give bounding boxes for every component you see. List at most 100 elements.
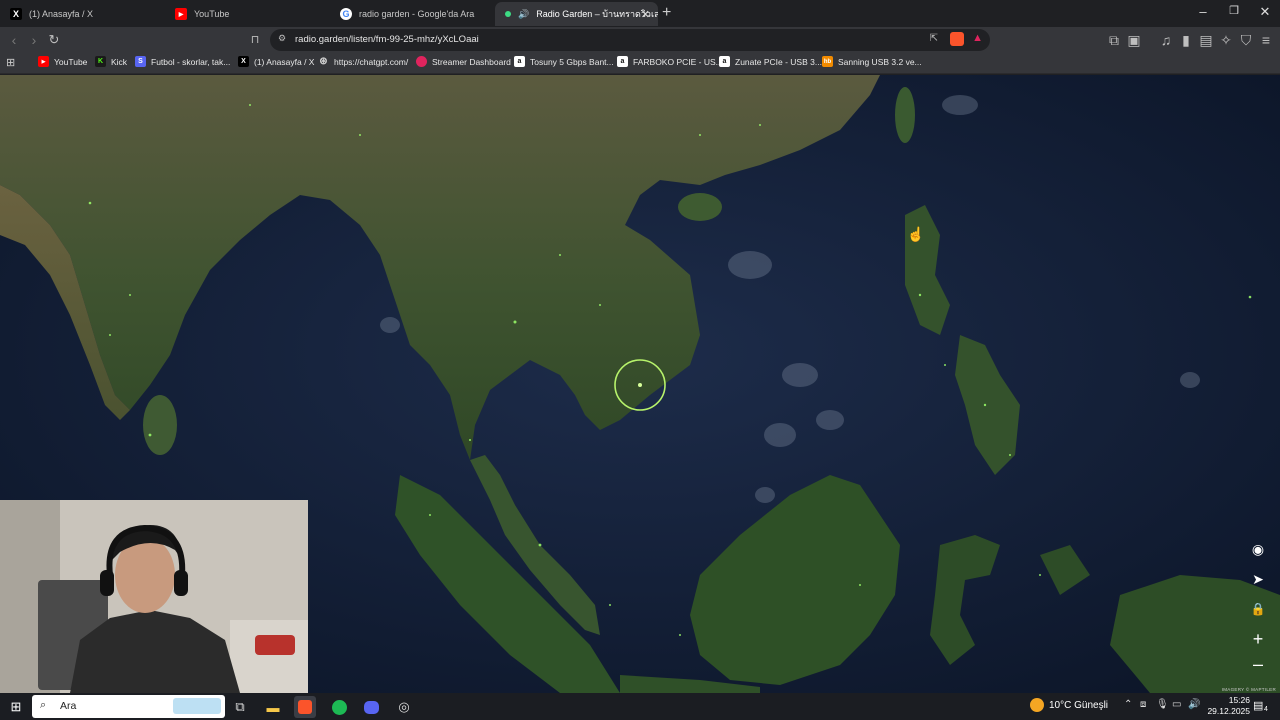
sun-icon — [1030, 698, 1044, 712]
weather-widget[interactable]: 10°C Güneşli — [1030, 698, 1108, 712]
youtube-icon: ▶ — [38, 56, 49, 67]
bookmark-tosuny[interactable]: a Tosuny 5 Gbps Bant... — [514, 56, 614, 67]
zoom-in-icon[interactable]: + — [1247, 628, 1269, 650]
restore-button[interactable]: ❐ — [1219, 4, 1249, 17]
futbol-icon: S — [135, 56, 146, 67]
minimize-button[interactable]: – — [1188, 4, 1218, 19]
discord-icon[interactable] — [360, 696, 382, 718]
amazon-icon: a — [617, 56, 628, 67]
windows-start-icon[interactable]: ⊞ — [5, 696, 27, 718]
notification-count: 4 — [1264, 706, 1268, 713]
windows-taskbar: ⊞ ⌕ Ara ⧉ ▬ ◎ 10°C Güneşli ⌃ ⧈ 🎙 ▭ 🔊 15:… — [0, 693, 1280, 720]
share-icon[interactable]: ⇱ — [930, 33, 938, 44]
bookmark-label: (1) Anasayfa / X — [254, 56, 315, 67]
back-icon[interactable]: ‹ — [5, 31, 23, 49]
amazon-icon: a — [514, 56, 525, 67]
brave-browser-icon[interactable] — [294, 696, 316, 718]
search-icon: ⌕ — [40, 699, 47, 711]
forward-icon[interactable]: › — [25, 31, 43, 49]
search-highlight-icon — [173, 698, 221, 714]
clock-time: 15:26 — [1228, 695, 1250, 705]
bookmark-label: Tosuny 5 Gbps Bant... — [530, 56, 614, 67]
notification-icon[interactable]: ▤ — [1253, 699, 1263, 712]
microphone-icon[interactable]: 🎙 — [1156, 699, 1169, 710]
spotify-icon[interactable] — [328, 696, 350, 718]
tab-x[interactable]: X (1) Anasayfa / X — [0, 2, 165, 26]
new-tab-button[interactable]: + — [662, 4, 671, 22]
youtube-icon: ▶ — [175, 8, 187, 20]
tab-title: YouTube — [194, 9, 230, 19]
tab-title: radio garden - Google'da Ara — [359, 9, 475, 19]
wallet-icon[interactable]: ▤ — [1197, 31, 1215, 49]
screenshot-icon[interactable]: ▣ — [1125, 31, 1143, 49]
taskbar-search[interactable]: ⌕ Ara — [32, 695, 225, 718]
file-explorer-icon[interactable]: ▬ — [262, 696, 284, 718]
station-dot — [638, 383, 642, 387]
url-text[interactable]: radio.garden/listen/fm-99-25-mhz/yXcLOaa… — [295, 34, 479, 45]
clock-date: 29.12.2025 — [1207, 706, 1250, 716]
tab-title: (1) Anasayfa / X — [29, 9, 94, 19]
webcam-overlay — [0, 500, 308, 693]
tray-app-icon[interactable]: ⧈ — [1140, 699, 1146, 710]
streamer-icon — [416, 56, 427, 67]
bookmark-label: Kick — [111, 56, 128, 67]
x-logo-icon: X — [238, 56, 249, 67]
bookmark-label: https://chatgpt.com/ — [334, 56, 409, 67]
search-placeholder: Ara — [60, 700, 77, 712]
bookmark-label: Zunate PCIe - USB 3... — [735, 56, 822, 67]
leo-ai-icon[interactable]: ✧ — [1217, 31, 1235, 49]
bookmark-kick[interactable]: K Kick — [95, 56, 127, 67]
extensions-icon[interactable]: ⧉ — [1105, 31, 1123, 49]
sidebar-icon[interactable]: ▮ — [1177, 31, 1195, 49]
tab-google-search[interactable]: G radio garden - Google'da Ara — [330, 2, 495, 26]
locate-arrow-icon[interactable]: ➤ — [1247, 568, 1269, 590]
weather-text: 10°C Güneşli — [1049, 699, 1109, 711]
menu-icon[interactable]: ≡ — [1257, 31, 1275, 49]
bookmark-icon[interactable]: ⊓ — [246, 31, 264, 49]
bookmarks-bar: ⊞ ▶ YouTube K Kick S Futbol - skorlar, t… — [0, 53, 1280, 74]
brave-shields-icon[interactable] — [950, 32, 964, 46]
window-close-button[interactable]: ✕ — [1250, 4, 1280, 20]
task-view-icon[interactable]: ⧉ — [229, 696, 251, 718]
volume-icon[interactable]: 🔊 — [1188, 699, 1200, 710]
bookmark-youtube[interactable]: ▶ YouTube — [38, 56, 87, 67]
bookmark-zunate[interactable]: a Zunate PCIe - USB 3... — [719, 56, 822, 67]
media-icon[interactable]: ♫ — [1157, 31, 1175, 49]
obs-icon[interactable]: ◎ — [393, 696, 415, 718]
tab-radio-garden[interactable]: 🔊 Radio Garden – บ้านทราดวิวเลย ✕ — [495, 2, 658, 26]
zoom-out-icon[interactable]: – — [1247, 653, 1269, 675]
globe-icon[interactable]: ◉ — [1247, 538, 1269, 560]
bookmark-label: Streamer Dashboard — [432, 56, 511, 67]
brave-rewards-icon[interactable]: ▲ — [972, 32, 983, 44]
bookmark-farboko[interactable]: a FARBOKO PCIE - US... — [617, 56, 723, 67]
google-icon: G — [340, 8, 352, 20]
site-settings-icon[interactable]: ⚙ — [278, 33, 286, 44]
vpn-icon[interactable]: ⛉ — [1237, 31, 1255, 49]
lock-icon[interactable]: 🔒 — [1247, 598, 1269, 620]
network-icon[interactable]: ▭ — [1172, 699, 1181, 710]
amazon-icon: a — [719, 56, 730, 67]
bookmark-sanning[interactable]: hb Sanning USB 3.2 ve... — [822, 56, 922, 67]
mouse-cursor-icon: ☝ — [907, 226, 925, 242]
hb-icon: hb — [822, 56, 833, 67]
close-tab-icon[interactable]: ✕ — [641, 8, 650, 21]
browser-toolbar: ‹ › ↻ ⊓ ⚙ radio.garden/listen/fm-99-25-m… — [0, 27, 1280, 53]
tab-strip: X (1) Anasayfa / X ▶ YouTube G radio gar… — [0, 0, 1280, 27]
chevron-up-icon[interactable]: ⌃ — [1124, 699, 1132, 710]
tab-youtube[interactable]: ▶ YouTube — [165, 2, 330, 26]
bookmark-label: Sanning USB 3.2 ve... — [838, 56, 922, 67]
x-logo-icon: X — [10, 8, 22, 20]
webcam-person-image — [0, 500, 308, 693]
system-clock[interactable]: 15:26 29.12.2025 — [1207, 695, 1250, 717]
reload-icon[interactable]: ↻ — [45, 31, 63, 49]
map-attribution: IMAGERY © MAPTILER — [1221, 687, 1276, 692]
bookmark-label: YouTube — [54, 56, 88, 67]
bookmark-chatgpt[interactable]: ⊛ https://chatgpt.com/ — [318, 56, 408, 67]
apps-icon[interactable]: ⊞ — [6, 56, 15, 69]
chatgpt-icon: ⊛ — [319, 56, 328, 67]
bookmark-x[interactable]: X (1) Anasayfa / X — [238, 56, 314, 67]
bookmark-streamer-dashboard[interactable]: Streamer Dashboard — [416, 56, 511, 67]
bookmark-label: FARBOKO PCIE - US... — [633, 56, 723, 67]
address-bar[interactable]: ⚙ radio.garden/listen/fm-99-25-mhz/yXcLO… — [270, 29, 990, 51]
bookmark-futbol[interactable]: S Futbol - skorlar, tak... — [135, 56, 230, 67]
